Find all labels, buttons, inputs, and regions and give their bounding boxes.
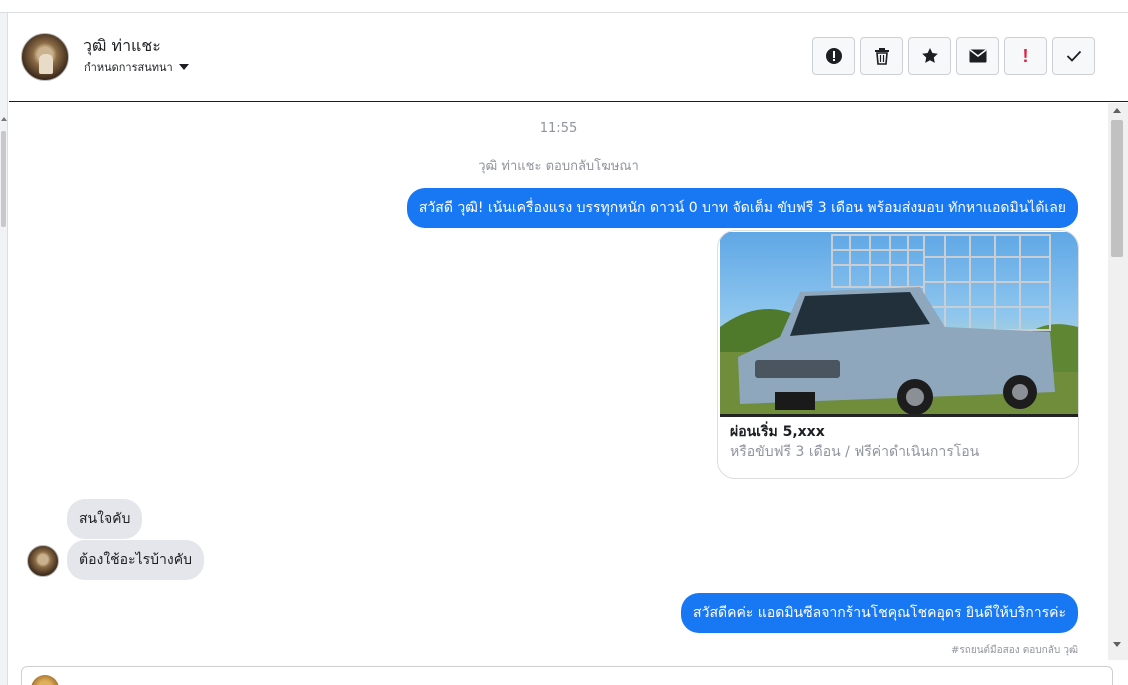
avatar (31, 675, 59, 685)
ad-reply-note: วุฒิ ท่าแชะ ตอบกลับโฆษณา (478, 159, 639, 174)
scrollbar-thumb[interactable] (1111, 120, 1123, 257)
contact-name[interactable]: วุฒิ ท่าแชะ (83, 34, 161, 59)
scroll-up-arrow-icon[interactable] (1, 117, 7, 121)
outgoing-message[interactable]: สวัสดีคค่ะ แอดมินซีลจากร้านโชคุณโชคอุดร … (681, 593, 1078, 633)
envelope-icon (969, 49, 986, 63)
conversation-settings-label: กำหนดการสนทนา (84, 61, 173, 74)
ad-card-description: หรือขับฟรี 3 เดือน / ฟรีค่าดำเนินการโอน (730, 444, 980, 460)
header-actions: ! (812, 37, 1095, 75)
star-icon (921, 48, 938, 63)
star-button[interactable] (908, 37, 951, 75)
delete-button[interactable] (860, 37, 903, 75)
trash-icon (874, 48, 889, 65)
ad-card-title: ผ่อนเริ่ม 5,xxx (730, 424, 825, 440)
ad-image[interactable] (720, 232, 1078, 417)
caret-down-icon (178, 64, 189, 70)
conversation-header: วุฒิ ท่าแชะ กำหนดการสนทนา ! (9, 14, 1128, 102)
avatar[interactable] (27, 545, 59, 577)
outgoing-message[interactable]: สวัสดี วุฒิ! เน้นเครื่องแรง บรรทุกหนัก ด… (406, 188, 1078, 228)
report-icon (825, 48, 842, 64)
ad-card[interactable]: ผ่อนเริ่ม 5,xxx หรือขับฟรี 3 เดือน / ฟรี… (717, 230, 1079, 479)
incoming-message[interactable]: สนใจคับ (67, 499, 143, 539)
footer-note: #รถยนต์มือสอง ตอบกลับ วุฒิ (951, 645, 1078, 656)
thread-scrollbar[interactable] (1108, 103, 1128, 660)
incoming-message[interactable]: ต้องใช้อะไรบ้างคับ (67, 540, 204, 580)
report-button[interactable] (812, 37, 855, 75)
message-thread[interactable]: 11:55 วุฒิ ท่าแชะ ตอบกลับโฆษณา สวัสดี วุ… (9, 103, 1108, 660)
mark-unread-button[interactable] (956, 37, 999, 75)
mark-done-button[interactable] (1052, 37, 1095, 75)
scroll-down-arrow-icon[interactable] (1113, 642, 1121, 647)
messenger-inbox: วุฒิ ท่าแชะ กำหนดการสนทนา ! 11:55 วุฒิ ท… (0, 0, 1128, 685)
scroll-up-arrow-icon[interactable] (1113, 108, 1121, 113)
reply-composer[interactable] (21, 666, 1113, 685)
conversation-settings-dropdown[interactable]: กำหนดการสนทนา (84, 58, 189, 76)
checkmark-icon (1066, 50, 1081, 62)
important-button[interactable]: ! (1004, 37, 1047, 75)
message-timestamp: 11:55 (539, 121, 578, 136)
pickup-truck-photo (720, 234, 1078, 417)
avatar[interactable] (21, 33, 69, 81)
important-icon: ! (1022, 45, 1029, 66)
left-scrollbar[interactable] (0, 13, 8, 685)
top-strip (0, 0, 1128, 13)
scrollbar-thumb[interactable] (1, 131, 6, 227)
